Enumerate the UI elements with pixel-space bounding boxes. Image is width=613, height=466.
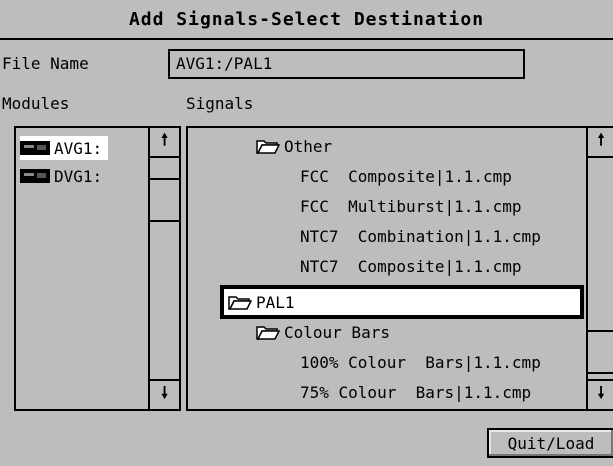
module-item-avg1[interactable]: AVG1:: [20, 136, 109, 160]
modules-list[interactable]: AVG1: DVG1:: [14, 126, 150, 411]
title-divider: [0, 38, 613, 40]
open-folder-icon: [228, 296, 252, 310]
module-item-label: AVG1:: [54, 138, 103, 158]
signal-label: FCC Composite|1.1.cmp: [300, 166, 512, 186]
module-icon: [20, 141, 50, 155]
scroll-up-icon[interactable]: 🠕: [150, 128, 179, 158]
signals-scrollbar[interactable]: 🠕 🠗: [586, 126, 613, 411]
open-folder-icon: [256, 326, 280, 340]
window-title: Add Signals-Select Destination: [128, 8, 485, 30]
modules-scroll-thumb[interactable]: [150, 178, 179, 222]
file-name-field[interactable]: AVG1:/PAL1: [168, 49, 525, 79]
signal-label: FCC Multiburst|1.1.cmp: [300, 196, 522, 216]
signal-label: PAL1: [256, 292, 295, 312]
quit-load-button[interactable]: Quit/Load: [487, 428, 613, 458]
open-folder-icon: [256, 140, 280, 154]
scroll-down-icon[interactable]: 🠗: [588, 379, 613, 409]
file-name-label: File Name: [2, 54, 89, 73]
signal-label: Colour Bars: [284, 322, 390, 342]
module-icon: [20, 169, 50, 183]
signal-file[interactable]: NTC7 Composite|1.1.cmp: [300, 254, 522, 278]
signal-label: NTC7 Combination|1.1.cmp: [300, 226, 541, 246]
signal-label: 75% Colour Bars|1.1.cmp: [300, 382, 532, 402]
scroll-up-icon[interactable]: 🠕: [588, 128, 613, 158]
signals-scroll-thumb[interactable]: [588, 330, 613, 374]
signal-file[interactable]: FCC Multiburst|1.1.cmp: [300, 194, 522, 218]
signal-label: 100% Colour Bars|1.1.cmp: [300, 352, 541, 372]
signal-folder-pal1[interactable]: PAL1: [228, 290, 295, 314]
modules-scrollbar[interactable]: 🠕 🠗: [148, 126, 181, 411]
signals-label: Signals: [186, 94, 254, 113]
signal-label: Other: [284, 136, 333, 156]
signal-file[interactable]: FCC Composite|1.1.cmp: [300, 164, 512, 188]
scroll-down-icon[interactable]: 🠗: [150, 379, 179, 409]
signal-folder-colour-bars[interactable]: Colour Bars: [256, 320, 390, 344]
module-item-label: DVG1:: [54, 166, 103, 186]
modules-label: Modules: [2, 94, 70, 113]
signal-label: NTC7 Composite|1.1.cmp: [300, 256, 522, 276]
signal-file[interactable]: 100% Colour Bars|1.1.cmp: [300, 350, 541, 374]
signal-file[interactable]: 75% Colour Bars|1.1.cmp: [300, 380, 531, 404]
signal-file[interactable]: NTC7 Combination|1.1.cmp: [300, 224, 541, 248]
module-item-dvg1[interactable]: DVG1:: [20, 164, 108, 188]
signal-folder-other[interactable]: Other: [256, 134, 332, 158]
